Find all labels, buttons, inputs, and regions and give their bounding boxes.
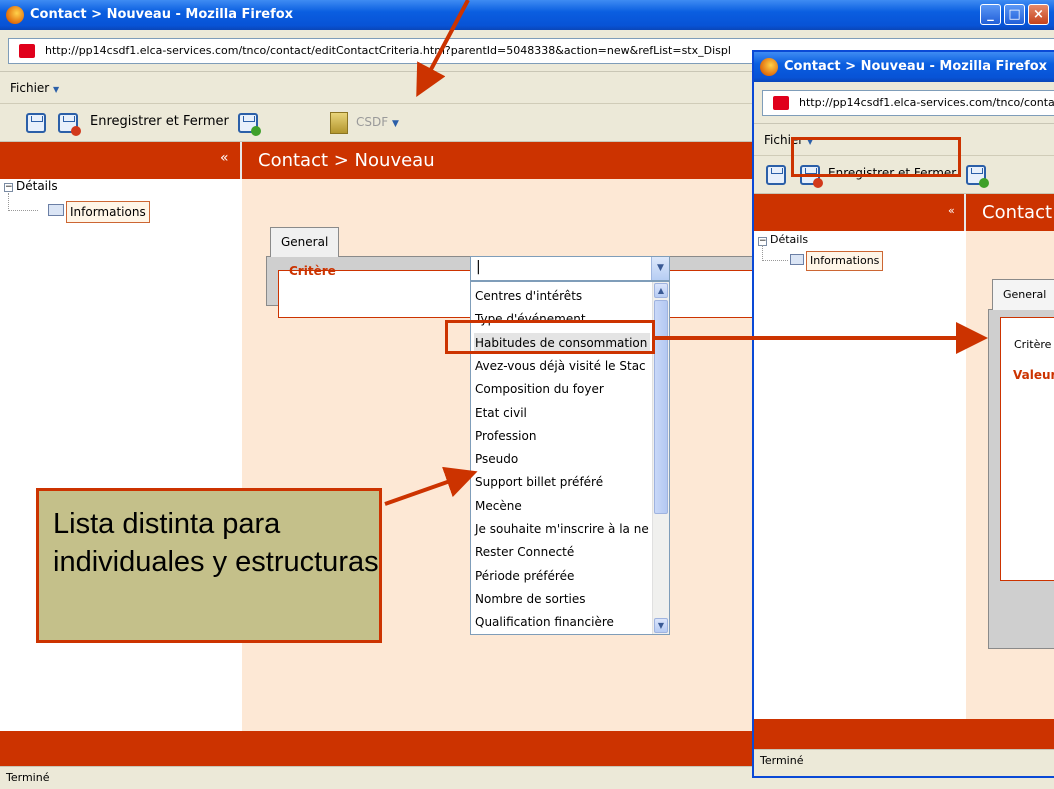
- second-save-new-icon[interactable]: [966, 165, 989, 188]
- form-icon: [48, 204, 64, 216]
- second-collapse-sidebar-button[interactable]: «: [948, 194, 955, 227]
- save-close-button[interactable]: Enregistrer et Fermer: [90, 114, 229, 129]
- second-page-footer-bar: [754, 719, 1054, 751]
- dropdown-option[interactable]: Qualification financière: [474, 612, 650, 632]
- dropdown-option[interactable]: Pseudo: [474, 449, 650, 469]
- dropdown-option[interactable]: Avez-vous déjà visité le Stac: [474, 356, 650, 376]
- critere-select[interactable]: | ▼: [470, 256, 670, 281]
- critere-select-value: |: [476, 259, 481, 275]
- second-address-bar: http://pp14csdf1.elca-services.com/tnco/…: [754, 82, 1054, 124]
- second-form-icon: [790, 254, 804, 265]
- second-status-bar: Terminé: [754, 749, 1054, 776]
- tree-collapse-icon[interactable]: −: [4, 183, 13, 192]
- dropdown-option[interactable]: Rester Connecté: [474, 542, 650, 562]
- second-navigation-tree-pane: − Détails Informations: [754, 231, 964, 771]
- maximize-button[interactable]: □: [1004, 4, 1025, 25]
- menu-file[interactable]: Fichier ▼: [10, 81, 59, 95]
- banner-divider: [240, 142, 242, 179]
- second-url-field[interactable]: http://pp14csdf1.elca-services.com/tnco/…: [762, 90, 1054, 116]
- status-text: Terminé: [6, 771, 50, 784]
- highlight-save-close: [791, 137, 961, 177]
- tree-connector: [8, 193, 38, 211]
- dropdown-option[interactable]: Nombre de sorties: [474, 589, 650, 609]
- second-page-title: Contact: [982, 202, 1053, 223]
- second-banner-divider: [964, 194, 966, 231]
- navigation-tree-pane: − Détails Informations: [0, 179, 240, 731]
- dropdown-option[interactable]: Profession: [474, 426, 650, 446]
- highlight-selected-option: [445, 320, 655, 354]
- firefox-logo-icon: [6, 6, 24, 24]
- second-valeur-label: Valeur: [1013, 368, 1054, 382]
- second-tree-connector: [762, 245, 788, 261]
- save-icon[interactable]: [26, 113, 46, 133]
- tree-root-label[interactable]: Détails: [16, 179, 58, 193]
- second-window-title: Contact > Nouveau - Mozilla Firefox: [784, 59, 1048, 74]
- second-status-text: Terminé: [760, 754, 804, 767]
- second-url-text: http://pp14csdf1.elca-services.com/tnco/…: [799, 96, 1054, 109]
- second-page-header-banner: « Contact: [754, 194, 1054, 231]
- second-site-favicon-icon: [773, 96, 789, 110]
- site-favicon-icon: [19, 44, 35, 58]
- csdf-menu[interactable]: CSDF ▼: [356, 115, 399, 129]
- second-title-bar[interactable]: Contact > Nouveau - Mozilla Firefox: [754, 52, 1054, 82]
- chevron-down-icon[interactable]: ▼: [651, 257, 669, 280]
- second-tab-general[interactable]: General: [992, 279, 1054, 310]
- second-save-icon[interactable]: [766, 165, 786, 185]
- firefox-logo-icon-2: [760, 58, 778, 76]
- second-main-content: General Critère Valeur: [966, 231, 1054, 771]
- collapse-sidebar-button[interactable]: «: [220, 142, 229, 175]
- minimize-button[interactable]: _: [980, 4, 1001, 25]
- dropdown-option[interactable]: Etat civil: [474, 403, 650, 423]
- csdf-icon: [330, 112, 348, 134]
- critere-label: Critère: [289, 264, 336, 278]
- annotation-text: Lista distinta para individuales y estru…: [53, 508, 379, 578]
- second-criteria-form: [1000, 317, 1054, 581]
- url-text: http://pp14csdf1.elca-services.com/tnco/…: [45, 44, 731, 57]
- scroll-up-button[interactable]: ▲: [654, 283, 668, 298]
- scroll-down-button[interactable]: ▼: [654, 618, 668, 633]
- dropdown-option[interactable]: Support billet préféré: [474, 472, 650, 492]
- close-button[interactable]: ×: [1028, 4, 1049, 25]
- save-close-icon[interactable]: [58, 113, 81, 136]
- annotation-note: Lista distinta para individuales y estru…: [36, 488, 382, 643]
- dropdown-option[interactable]: Centres d'intérêts: [474, 286, 650, 306]
- dropdown-option[interactable]: Je souhaite m'inscrire à la ne: [474, 519, 650, 539]
- page-title: Contact > Nouveau: [258, 150, 435, 171]
- main-title-bar[interactable]: Contact > Nouveau - Mozilla Firefox _ □ …: [0, 0, 1054, 30]
- scroll-thumb[interactable]: [654, 300, 668, 514]
- save-new-icon[interactable]: [238, 113, 261, 136]
- second-tree-item-informations[interactable]: Informations: [806, 251, 884, 271]
- dropdown-option[interactable]: Période préférée: [474, 566, 650, 586]
- dropdown-option[interactable]: Composition du foyer: [474, 379, 650, 399]
- second-critere-label: Critère: [1014, 338, 1052, 351]
- main-window-title: Contact > Nouveau - Mozilla Firefox: [30, 7, 294, 22]
- dropdown-option[interactable]: Mecène: [474, 496, 650, 516]
- tab-general[interactable]: General: [270, 227, 340, 257]
- tree-item-informations[interactable]: Informations: [66, 201, 150, 223]
